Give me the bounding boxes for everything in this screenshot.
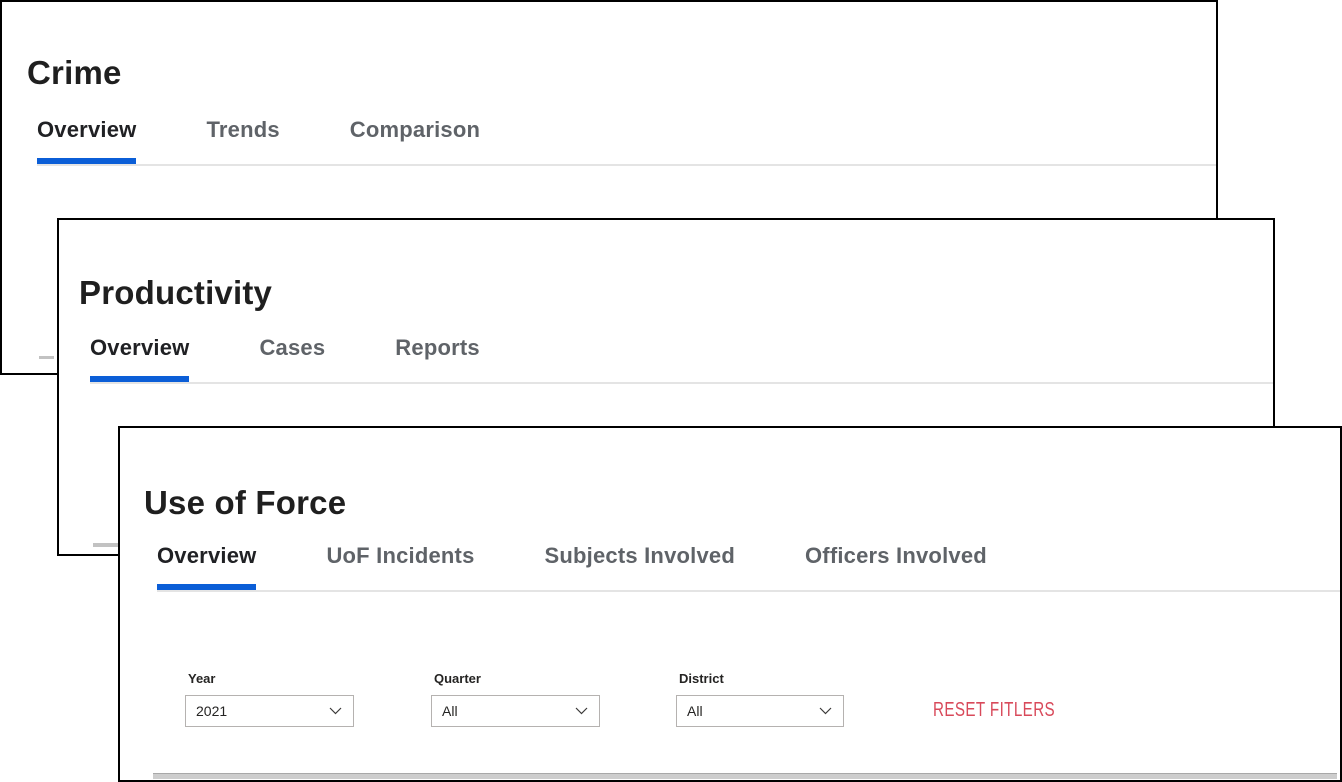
tab-label: UoF Incidents (326, 543, 474, 568)
tab-label: Overview (90, 335, 189, 360)
tab-label: Overview (37, 117, 136, 142)
tab-divider (90, 382, 1273, 384)
tab-trends[interactable]: Trends (206, 118, 279, 164)
tab-label: Cases (259, 335, 325, 360)
scrollbar-stub (93, 543, 118, 547)
page-title: Use of Force (144, 484, 346, 522)
tab-overview[interactable]: Overview (90, 336, 189, 382)
tab-subjects-involved[interactable]: Subjects Involved (545, 544, 735, 590)
quarter-dropdown-value: All (442, 703, 458, 719)
tab-overview[interactable]: Overview (157, 544, 256, 590)
page-title: Crime (27, 54, 122, 92)
tab-uof-incidents[interactable]: UoF Incidents (326, 544, 474, 590)
page-title: Productivity (79, 274, 272, 312)
tab-bar: Overview Cases Reports (59, 336, 1273, 386)
chevron-down-icon (329, 707, 342, 715)
tab-label: Overview (157, 543, 256, 568)
tab-divider (157, 590, 1340, 592)
tab-overview[interactable]: Overview (37, 118, 136, 164)
year-dropdown[interactable]: 2021 (185, 695, 354, 727)
tab-label: Trends (206, 117, 279, 142)
district-dropdown[interactable]: All (676, 695, 844, 727)
scrollbar-stub (39, 356, 54, 359)
use-of-force-panel: Use of Force Overview UoF Incidents Subj… (118, 426, 1342, 782)
tab-label: Reports (395, 335, 480, 360)
tab-bar: Overview UoF Incidents Subjects Involved… (120, 544, 1340, 594)
horizontal-scrollbar[interactable] (153, 773, 1337, 779)
tab-cases[interactable]: Cases (259, 336, 325, 382)
district-filter-label: District (679, 671, 724, 686)
tab-divider (37, 164, 1216, 166)
reset-filters-button[interactable]: RESET FITLERS (933, 699, 1055, 722)
quarter-dropdown[interactable]: All (431, 695, 600, 727)
tab-label: Comparison (350, 117, 480, 142)
tab-bar: Overview Trends Comparison (2, 118, 1216, 168)
chevron-down-icon (819, 707, 832, 715)
district-dropdown-value: All (687, 703, 703, 719)
chevron-down-icon (575, 707, 588, 715)
tab-label: Officers Involved (805, 543, 987, 568)
year-dropdown-value: 2021 (196, 703, 227, 719)
tab-officers-involved[interactable]: Officers Involved (805, 544, 987, 590)
tab-reports[interactable]: Reports (395, 336, 480, 382)
tab-label: Subjects Involved (545, 543, 735, 568)
quarter-filter-label: Quarter (434, 671, 481, 686)
tab-comparison[interactable]: Comparison (350, 118, 480, 164)
year-filter-label: Year (188, 671, 215, 686)
